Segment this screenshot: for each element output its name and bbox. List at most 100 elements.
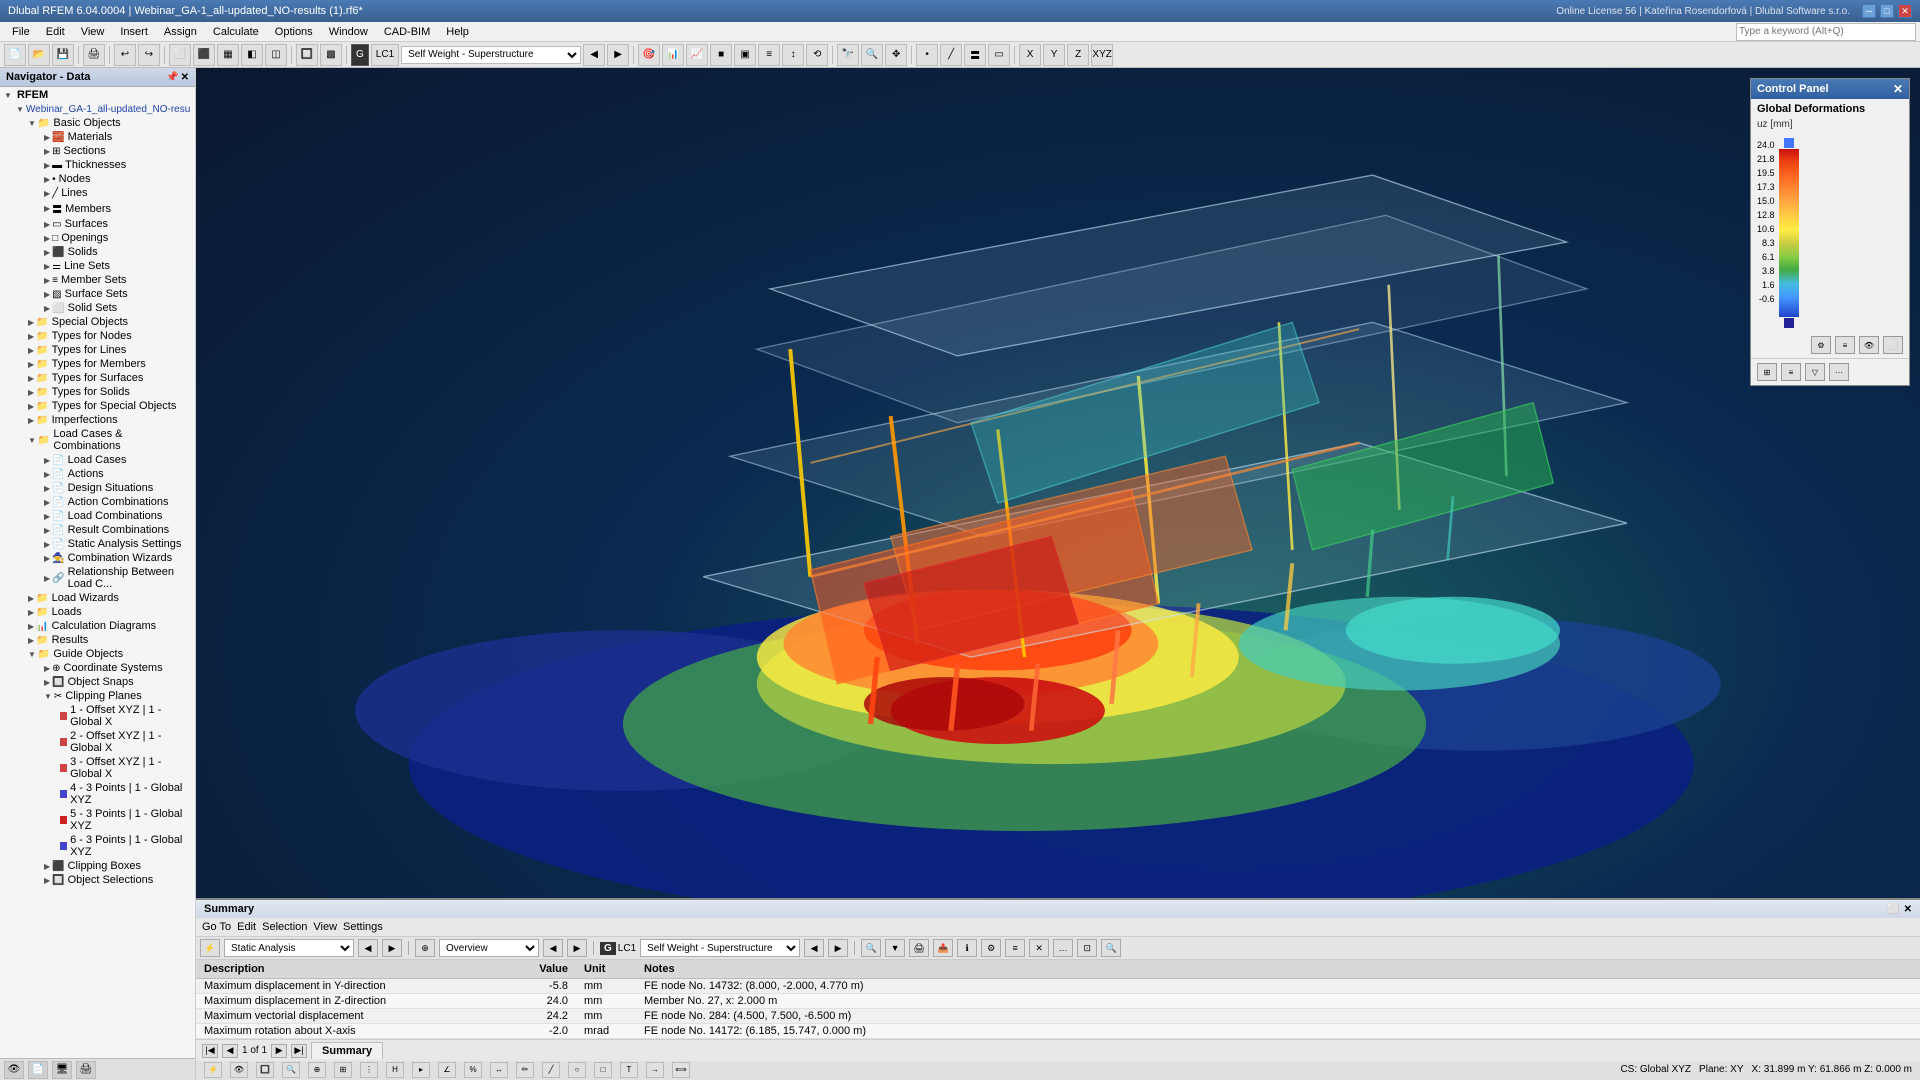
navigator-close-btn[interactable]: ✕ bbox=[181, 72, 189, 83]
axis-z-btn[interactable]: Z bbox=[1067, 44, 1089, 66]
rt-info-btn[interactable]: ℹ bbox=[957, 939, 977, 957]
sb-point-btn[interactable]: H bbox=[386, 1062, 404, 1078]
nav-guide-objects[interactable]: ▼ 📁 Guide Objects bbox=[24, 647, 195, 661]
member-btn[interactable]: 〓 bbox=[964, 44, 986, 66]
results-menu-view[interactable]: View bbox=[313, 921, 337, 933]
result-type-selector[interactable]: Overview bbox=[439, 939, 539, 957]
results-menu-selection[interactable]: Selection bbox=[262, 921, 307, 933]
nav-thicknesses[interactable]: ▶ ▬ Thicknesses bbox=[40, 158, 195, 172]
sb-grid-btn[interactable]: ⋮ bbox=[360, 1062, 378, 1078]
nav-lines[interactable]: ▶ ╱ Lines bbox=[40, 186, 195, 200]
nav-materials[interactable]: ▶ 🧱 Materials bbox=[40, 130, 195, 144]
lc-result-selector[interactable]: Self Weight - Superstructure bbox=[640, 939, 800, 957]
open-button[interactable]: 📂 bbox=[28, 44, 50, 66]
nav-nodes[interactable]: ▶ • Nodes bbox=[40, 172, 195, 186]
rt-list-btn[interactable]: ≡ bbox=[1005, 939, 1025, 957]
rt-add-btn[interactable]: ⊕ bbox=[415, 939, 435, 957]
save-button[interactable]: 💾 bbox=[52, 44, 74, 66]
cp-filter-btn[interactable]: ▽ bbox=[1805, 363, 1825, 381]
table-row[interactable]: Maximum displacement in Z-direction 24.0… bbox=[196, 994, 1920, 1009]
nav-tab-display-icon[interactable]: 🖥 bbox=[52, 1061, 72, 1079]
search-input[interactable] bbox=[1736, 23, 1916, 41]
menu-window[interactable]: Window bbox=[321, 24, 376, 40]
sb-zoom-btn[interactable]: 🔍 bbox=[282, 1062, 300, 1078]
table-row[interactable]: Maximum vectorial displacement 24.2 mm F… bbox=[196, 1009, 1920, 1024]
rt-overview-prev[interactable]: ◀ bbox=[543, 939, 563, 957]
rt-lc-prev[interactable]: ◀ bbox=[804, 939, 824, 957]
cp-export-btn[interactable]: ⬜ bbox=[1883, 336, 1903, 354]
axis-y-btn[interactable]: Y bbox=[1043, 44, 1065, 66]
nav-results[interactable]: ▶ 📁 Results bbox=[24, 633, 195, 647]
cp-settings-btn[interactable]: ⚙ bbox=[1811, 336, 1831, 354]
view-btn-1[interactable]: ⬜ bbox=[169, 44, 191, 66]
rt-filter-btn[interactable]: ▼ bbox=[885, 939, 905, 957]
nav-relationship-load[interactable]: ▶ 🔗 Relationship Between Load C... bbox=[40, 565, 195, 591]
results-menu-settings[interactable]: Settings bbox=[343, 921, 383, 933]
sb-percent-btn[interactable]: % bbox=[464, 1062, 482, 1078]
results-menu-edit[interactable]: Edit bbox=[237, 921, 256, 933]
nav-types-for-solids[interactable]: ▶ 📁 Types for Solids bbox=[24, 385, 195, 399]
menu-options[interactable]: Options bbox=[267, 24, 321, 40]
result-btn-8[interactable]: ⟲ bbox=[806, 44, 828, 66]
table-row[interactable]: Maximum rotation about X-axis -2.0 mrad … bbox=[196, 1024, 1920, 1039]
results-close-btn[interactable]: ✕ bbox=[1904, 904, 1912, 915]
nav-clipping-boxes[interactable]: ▶ ⬛ Clipping Boxes bbox=[40, 859, 195, 873]
new-button[interactable]: 📄 bbox=[4, 44, 26, 66]
result-btn-3[interactable]: 📈 bbox=[686, 44, 708, 66]
minimize-button[interactable]: ─ bbox=[1862, 4, 1876, 18]
cp-list-btn[interactable]: ≡ bbox=[1781, 363, 1801, 381]
results-menu-goto[interactable]: Go To bbox=[202, 921, 231, 933]
cp-view-btn[interactable]: 👁 bbox=[1859, 336, 1879, 354]
view-btn-2[interactable]: ⬛ bbox=[193, 44, 215, 66]
nav-sections[interactable]: ▶ ⊞ Sections bbox=[40, 144, 195, 158]
result-btn-5[interactable]: ▣ bbox=[734, 44, 756, 66]
material-btn[interactable]: ▩ bbox=[320, 44, 342, 66]
nav-static-analysis[interactable]: ▶ 📄 Static Analysis Settings bbox=[40, 537, 195, 551]
print-button[interactable]: 🖨 bbox=[83, 44, 105, 66]
rt-settings-btn[interactable]: ⚙ bbox=[981, 939, 1001, 957]
menu-view[interactable]: View bbox=[73, 24, 113, 40]
nav-surfaces[interactable]: ▶ ▭ Surfaces bbox=[40, 217, 195, 231]
nav-types-for-surfaces[interactable]: ▶ 📁 Types for Surfaces bbox=[24, 371, 195, 385]
menu-help[interactable]: Help bbox=[438, 24, 477, 40]
lc-next-btn[interactable]: ▶ bbox=[607, 44, 629, 66]
nav-design-situations[interactable]: ▶ 📄 Design Situations bbox=[40, 481, 195, 495]
rt-calc-btn[interactable]: ⚡ bbox=[200, 939, 220, 957]
axis-x-btn[interactable]: X bbox=[1019, 44, 1041, 66]
nav-types-for-members[interactable]: ▶ 📁 Types for Members bbox=[24, 357, 195, 371]
redo-button[interactable]: ↪ bbox=[138, 44, 160, 66]
line-btn[interactable]: ╱ bbox=[940, 44, 962, 66]
rt-next-btn[interactable]: ▶ bbox=[382, 939, 402, 957]
nav-actions[interactable]: ▶ 📄 Actions bbox=[40, 467, 195, 481]
nav-cp-3[interactable]: 3 - Offset XYZ | 1 - Global X bbox=[56, 755, 195, 781]
nav-combination-wizards[interactable]: ▶ 🧙 Combination Wizards bbox=[40, 551, 195, 565]
results-expand-btn[interactable]: ⬜ bbox=[1887, 904, 1899, 915]
sb-line-btn[interactable]: ╱ bbox=[542, 1062, 560, 1078]
surface-btn[interactable]: ▭ bbox=[988, 44, 1010, 66]
axis-all-btn[interactable]: XYZ bbox=[1091, 44, 1113, 66]
nav-load-cases[interactable]: ▶ 📄 Load Cases bbox=[40, 453, 195, 467]
rt-prev-btn[interactable]: ◀ bbox=[358, 939, 378, 957]
menu-edit[interactable]: Edit bbox=[38, 24, 73, 40]
last-page-btn[interactable]: ▶| bbox=[291, 1044, 307, 1058]
nav-openings[interactable]: ▶ □ Openings bbox=[40, 231, 195, 245]
nav-solid-sets[interactable]: ▶ ⬜ Solid Sets bbox=[40, 301, 195, 315]
viewport-3d[interactable]: Control Panel ✕ Global Deformations uz [… bbox=[196, 68, 1920, 898]
sb-text-btn[interactable]: T bbox=[620, 1062, 638, 1078]
view3d-btn[interactable]: 🔭 bbox=[837, 44, 859, 66]
cp-close-btn[interactable]: ✕ bbox=[1893, 82, 1903, 96]
nav-line-sets[interactable]: ▶ ⚌ Line Sets bbox=[40, 259, 195, 273]
nav-project[interactable]: ▼ Webinar_GA-1_all-updated_NO-resu bbox=[12, 103, 195, 116]
result-btn-4[interactable]: ■ bbox=[710, 44, 732, 66]
close-button[interactable]: ✕ bbox=[1898, 4, 1912, 18]
result-btn-2[interactable]: 📊 bbox=[662, 44, 684, 66]
nav-clipping-planes[interactable]: ▼ ✂ Clipping Planes bbox=[40, 689, 195, 703]
cp-table-btn[interactable]: ⊞ bbox=[1757, 363, 1777, 381]
result-btn-1[interactable]: 🎯 bbox=[638, 44, 660, 66]
nav-cp-5[interactable]: 5 - 3 Points | 1 - Global XYZ bbox=[56, 807, 195, 833]
rt-export-btn[interactable]: 📤 bbox=[933, 939, 953, 957]
nav-tab-data-icon[interactable]: 📄 bbox=[28, 1061, 48, 1079]
analysis-type-selector[interactable]: Static Analysis bbox=[224, 939, 354, 957]
nav-types-for-special[interactable]: ▶ 📁 Types for Special Objects bbox=[24, 399, 195, 413]
nav-object-selections[interactable]: ▶ 🔲 Object Selections bbox=[40, 873, 195, 887]
